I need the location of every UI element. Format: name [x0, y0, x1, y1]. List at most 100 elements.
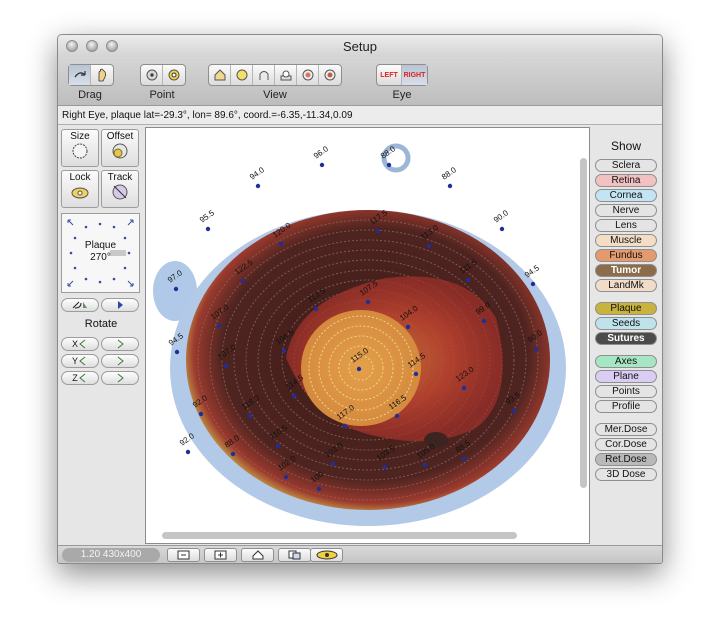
side-view-icon[interactable]	[253, 65, 275, 85]
setup-window: Setup Drag Point View LEFT RIGHT Eye Rig…	[57, 34, 663, 564]
bottom-view-icon[interactable]	[275, 65, 297, 85]
eye-label: Eye	[392, 89, 412, 101]
zoom-in-button[interactable]	[204, 548, 237, 562]
show-3d-dose-button[interactable]: 3D Dose	[595, 468, 657, 481]
window-title: Setup	[343, 39, 377, 54]
rotate-x-plus-button[interactable]	[101, 337, 139, 351]
home-button[interactable]	[241, 548, 274, 562]
drag-label: Drag	[78, 89, 102, 101]
rotate-ccw-icon	[72, 301, 87, 309]
size-icon	[72, 143, 88, 159]
eye-group: LEFT RIGHT	[376, 64, 428, 86]
show-muscle-button[interactable]: Muscle	[595, 234, 657, 247]
copy-icon	[288, 550, 300, 560]
show-seeds-button[interactable]: Seeds	[595, 317, 657, 330]
plaque-angle: 270°	[90, 252, 111, 263]
home-icon	[252, 550, 263, 560]
axis-back-icon	[78, 373, 86, 383]
axis-back-icon	[79, 356, 86, 366]
zoom-readout: 1.20 430x400	[62, 548, 160, 562]
status-bar: Right Eye, plaque lat=-29.3°, lon= 89.6°…	[58, 106, 662, 125]
rotate-y-minus-button[interactable]: Y	[61, 354, 99, 368]
point-target-icon[interactable]	[163, 65, 185, 85]
show-points-button[interactable]: Points	[595, 385, 657, 398]
track-icon	[112, 184, 128, 200]
axis-back-icon	[79, 339, 86, 349]
rotate-drag-icon[interactable]	[69, 65, 91, 85]
eye-icon	[316, 550, 337, 560]
copy-button[interactable]	[278, 548, 311, 562]
show-plaque-button[interactable]: Plaque	[595, 302, 657, 315]
rotate-x-minus-button[interactable]: X	[61, 337, 99, 351]
view-group	[208, 64, 342, 86]
show-axes-button[interactable]: Axes	[595, 355, 657, 368]
point-label: Point	[149, 89, 175, 101]
rotate-z-minus-button[interactable]: Z	[61, 371, 99, 385]
rotate-cw-button[interactable]	[101, 298, 139, 312]
show-sclera-button[interactable]: Sclera	[595, 159, 657, 172]
offset-button[interactable]: Offset	[101, 129, 139, 167]
show-retina-button[interactable]: Retina	[595, 174, 657, 187]
show-tumor-button[interactable]: Tumor	[595, 264, 657, 277]
point-view-icon[interactable]	[141, 65, 163, 85]
vertical-scrollbar[interactable]	[580, 158, 587, 488]
right-panel: Show Sclera Retina Cornea Nerve Lens Muscle Fu…	[590, 127, 662, 545]
view-label: View	[263, 89, 287, 101]
bottom-bar: 1.20 430x400	[58, 545, 662, 563]
right-eye-icon[interactable]: RIGHT	[402, 65, 427, 85]
axis-forward-icon	[117, 339, 124, 349]
show-ret-dose-button[interactable]: Ret.Dose	[595, 453, 657, 466]
show-mer-dose-button[interactable]: Mer.Dose	[595, 423, 657, 436]
drag-group	[68, 64, 114, 86]
back-view-icon[interactable]	[319, 65, 341, 85]
show-lens-button[interactable]: Lens	[595, 219, 657, 232]
left-eye-icon[interactable]: LEFT	[377, 65, 402, 85]
show-profile-button[interactable]: Profile	[595, 400, 657, 413]
toolbar: Drag Point View LEFT RIGHT Eye	[58, 57, 662, 106]
dose-label: 96.0	[312, 144, 330, 161]
play-arrow-icon	[118, 301, 123, 309]
show-cor-dose-button[interactable]: Cor.Dose	[595, 438, 657, 451]
size-button[interactable]: Size	[61, 129, 99, 167]
rotate-z-plus-button[interactable]	[101, 371, 139, 385]
eye-dose-render[interactable]: 94.096.0 88.088.095.5 90.094.597.090.094.5…	[146, 128, 589, 543]
title-bar: Setup	[58, 35, 662, 57]
show-plane-button[interactable]: Plane	[595, 370, 657, 383]
offset-icon	[112, 143, 128, 159]
show-landmk-button[interactable]: LandMk	[595, 279, 657, 292]
plaque-label: Plaque	[84, 240, 117, 251]
show-sutures-button[interactable]: Sutures	[595, 332, 657, 345]
dose-point: 96.0	[312, 144, 330, 168]
home-view-icon[interactable]	[209, 65, 231, 85]
dose-point: 90.0	[492, 208, 510, 232]
plaque-orientation-widget[interactable]: Plaque 270°	[61, 213, 140, 293]
rotate-label: Rotate	[84, 318, 118, 330]
axis-forward-icon	[117, 356, 124, 366]
hand-drag-icon[interactable]	[91, 65, 113, 85]
dose-point: 88.0	[440, 165, 458, 189]
rotate-y-plus-button[interactable]	[101, 354, 139, 368]
show-nerve-button[interactable]: Nerve	[595, 204, 657, 217]
front-view-icon[interactable]	[297, 65, 319, 85]
axis-forward-icon	[117, 373, 124, 383]
top-view-icon[interactable]	[231, 65, 253, 85]
eye-view-button[interactable]	[310, 548, 343, 562]
zoom-out-icon	[177, 550, 189, 560]
dose-label: 94.5	[523, 263, 541, 280]
show-fundus-button[interactable]: Fundus	[595, 249, 657, 262]
zoom-out-button[interactable]	[167, 548, 200, 562]
dose-point: 95.5	[198, 208, 216, 232]
dose-label: 88.0	[440, 165, 458, 182]
horizontal-scrollbar[interactable]	[162, 532, 517, 539]
dose-point: 94.0	[248, 165, 266, 189]
lock-button[interactable]: Lock	[61, 170, 99, 208]
track-button[interactable]: Track	[101, 170, 139, 208]
dose-label: 90.0	[492, 208, 510, 225]
left-panel: Size Offset Lock Track Plaque 270° Rotat…	[58, 127, 144, 545]
lock-icon	[71, 187, 89, 199]
show-cornea-button[interactable]: Cornea	[595, 189, 657, 202]
point-group	[140, 64, 186, 86]
rotate-ccw-button[interactable]	[61, 298, 99, 312]
zoom-in-icon	[214, 550, 226, 560]
3d-viewport[interactable]: 94.0 96.0 88.0 88.0 95.5 90.0 94.5 97.0 90.0 94.5…	[145, 127, 590, 544]
